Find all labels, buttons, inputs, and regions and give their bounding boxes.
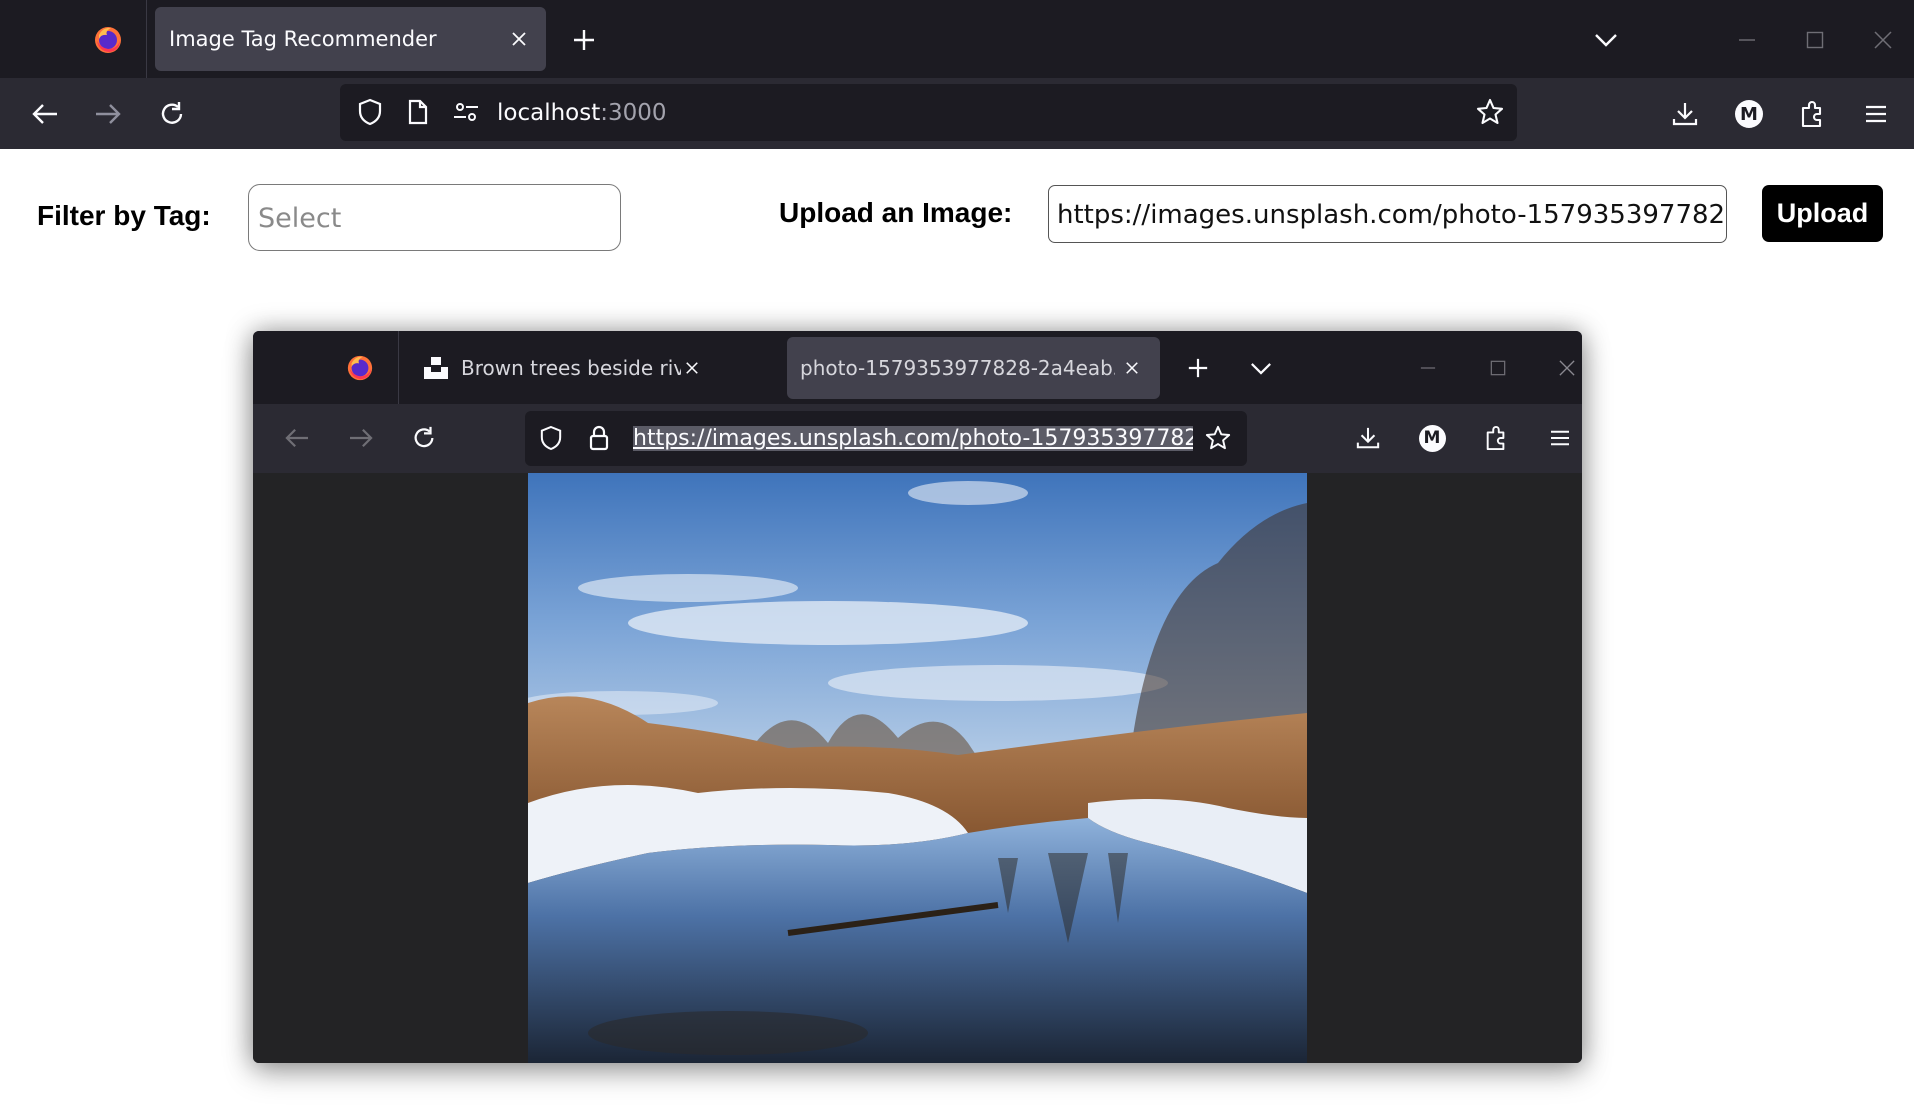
filter-by-tag-label: Filter by Tag: bbox=[37, 200, 211, 231]
preview-application-menu-icon[interactable] bbox=[1539, 417, 1581, 459]
preview-bookmark-star-icon[interactable] bbox=[1199, 419, 1237, 457]
preview-account-avatar-icon[interactable]: M bbox=[1411, 417, 1453, 459]
maximize-window-icon[interactable] bbox=[1795, 20, 1835, 60]
permissions-sliders-icon[interactable] bbox=[446, 92, 486, 132]
tab-separator bbox=[146, 0, 147, 78]
uploaded-image-preview: Brown trees beside river under photo-157… bbox=[253, 331, 1582, 1063]
preview-chevron-down-icon[interactable] bbox=[1241, 348, 1281, 388]
forward-arrow-icon[interactable] bbox=[86, 92, 130, 136]
extensions-puzzle-icon[interactable] bbox=[1790, 92, 1834, 136]
image-url-input[interactable]: https://images.unsplash.com/photo-157935… bbox=[1048, 185, 1727, 243]
unsplash-favicon-icon bbox=[423, 356, 449, 380]
browser-navigation-toolbar: localhost:3000 M bbox=[0, 78, 1914, 149]
tab-image-tag-recommender[interactable]: Image Tag Recommender bbox=[155, 7, 546, 71]
preview-close-tab2-icon[interactable] bbox=[1119, 355, 1145, 381]
preview-tab1-title: Brown trees beside river under bbox=[461, 356, 681, 380]
filter-select-placeholder: Select bbox=[258, 203, 342, 234]
preview-close-tab1-icon[interactable] bbox=[679, 355, 705, 381]
upload-image-label: Upload an Image: bbox=[779, 197, 1013, 228]
filter-tag-select[interactable]: Select bbox=[248, 184, 621, 251]
page-info-document-icon[interactable] bbox=[398, 92, 438, 132]
back-arrow-icon[interactable] bbox=[23, 92, 67, 136]
url-port: :3000 bbox=[600, 100, 667, 126]
upload-button[interactable]: Upload bbox=[1762, 185, 1883, 242]
preview-minimize-icon[interactable] bbox=[1408, 348, 1448, 388]
preview-tab-bar: Brown trees beside river under photo-157… bbox=[253, 331, 1582, 404]
downloads-icon[interactable] bbox=[1663, 92, 1707, 136]
preview-avatar-initial: M bbox=[1418, 424, 1446, 452]
preview-reload-icon[interactable] bbox=[403, 417, 445, 459]
tracking-protection-shield-icon[interactable] bbox=[350, 92, 390, 132]
bookmark-star-icon[interactable] bbox=[1470, 92, 1510, 132]
preview-url-field[interactable]: https://images.unsplash.com/photo-157935… bbox=[633, 423, 1193, 455]
account-avatar-icon[interactable]: M bbox=[1727, 92, 1771, 136]
new-tab-icon[interactable] bbox=[564, 20, 604, 60]
preview-forward-arrow-icon[interactable] bbox=[340, 417, 382, 459]
minimize-window-icon[interactable] bbox=[1727, 20, 1767, 60]
application-menu-icon[interactable] bbox=[1854, 92, 1898, 136]
preview-lock-icon[interactable] bbox=[580, 419, 618, 457]
river-landscape-photo bbox=[528, 473, 1307, 1063]
preview-new-tab-icon[interactable] bbox=[1178, 348, 1218, 388]
preview-close-window-icon[interactable] bbox=[1547, 348, 1582, 388]
preview-nav-toolbar: https://images.unsplash.com/photo-157935… bbox=[253, 404, 1582, 473]
reload-icon[interactable] bbox=[150, 92, 194, 136]
preview-firefox-logo-icon bbox=[340, 348, 380, 388]
upload-button-label: Upload bbox=[1776, 198, 1869, 228]
list-all-tabs-chevron-down-icon[interactable] bbox=[1586, 20, 1626, 60]
preview-extensions-puzzle-icon[interactable] bbox=[1475, 417, 1517, 459]
preview-tab-unsplash[interactable]: Brown trees beside river under bbox=[411, 337, 721, 399]
preview-address-bar[interactable]: https://images.unsplash.com/photo-157935… bbox=[525, 411, 1247, 466]
browser-tab-bar: Image Tag Recommender bbox=[0, 0, 1914, 78]
preview-back-arrow-icon[interactable] bbox=[276, 417, 318, 459]
close-tab-icon[interactable] bbox=[505, 25, 533, 53]
preview-tab-photo[interactable]: photo-1579353977828-2a4eab540b9a bbox=[787, 337, 1160, 399]
avatar-initial: M bbox=[1735, 100, 1763, 128]
preview-maximize-icon[interactable] bbox=[1478, 348, 1518, 388]
tab-title: Image Tag Recommender bbox=[169, 27, 437, 51]
preview-tab-separator bbox=[398, 331, 399, 404]
preview-shield-icon[interactable] bbox=[532, 419, 570, 457]
preview-tab2-title: photo-1579353977828-2a4eab540b9a bbox=[800, 356, 1115, 380]
close-window-icon[interactable] bbox=[1863, 20, 1903, 60]
preview-viewport bbox=[253, 473, 1582, 1063]
preview-downloads-icon[interactable] bbox=[1347, 417, 1389, 459]
url-host: localhost bbox=[497, 100, 601, 126]
preview-url-text: https://images.unsplash.com/photo-157935… bbox=[633, 426, 1193, 451]
url-text[interactable]: localhost:3000 bbox=[497, 97, 667, 129]
firefox-logo-icon bbox=[88, 20, 128, 60]
image-url-value: https://images.unsplash.com/photo-157935… bbox=[1057, 200, 1726, 230]
address-bar[interactable]: localhost:3000 bbox=[340, 84, 1517, 141]
